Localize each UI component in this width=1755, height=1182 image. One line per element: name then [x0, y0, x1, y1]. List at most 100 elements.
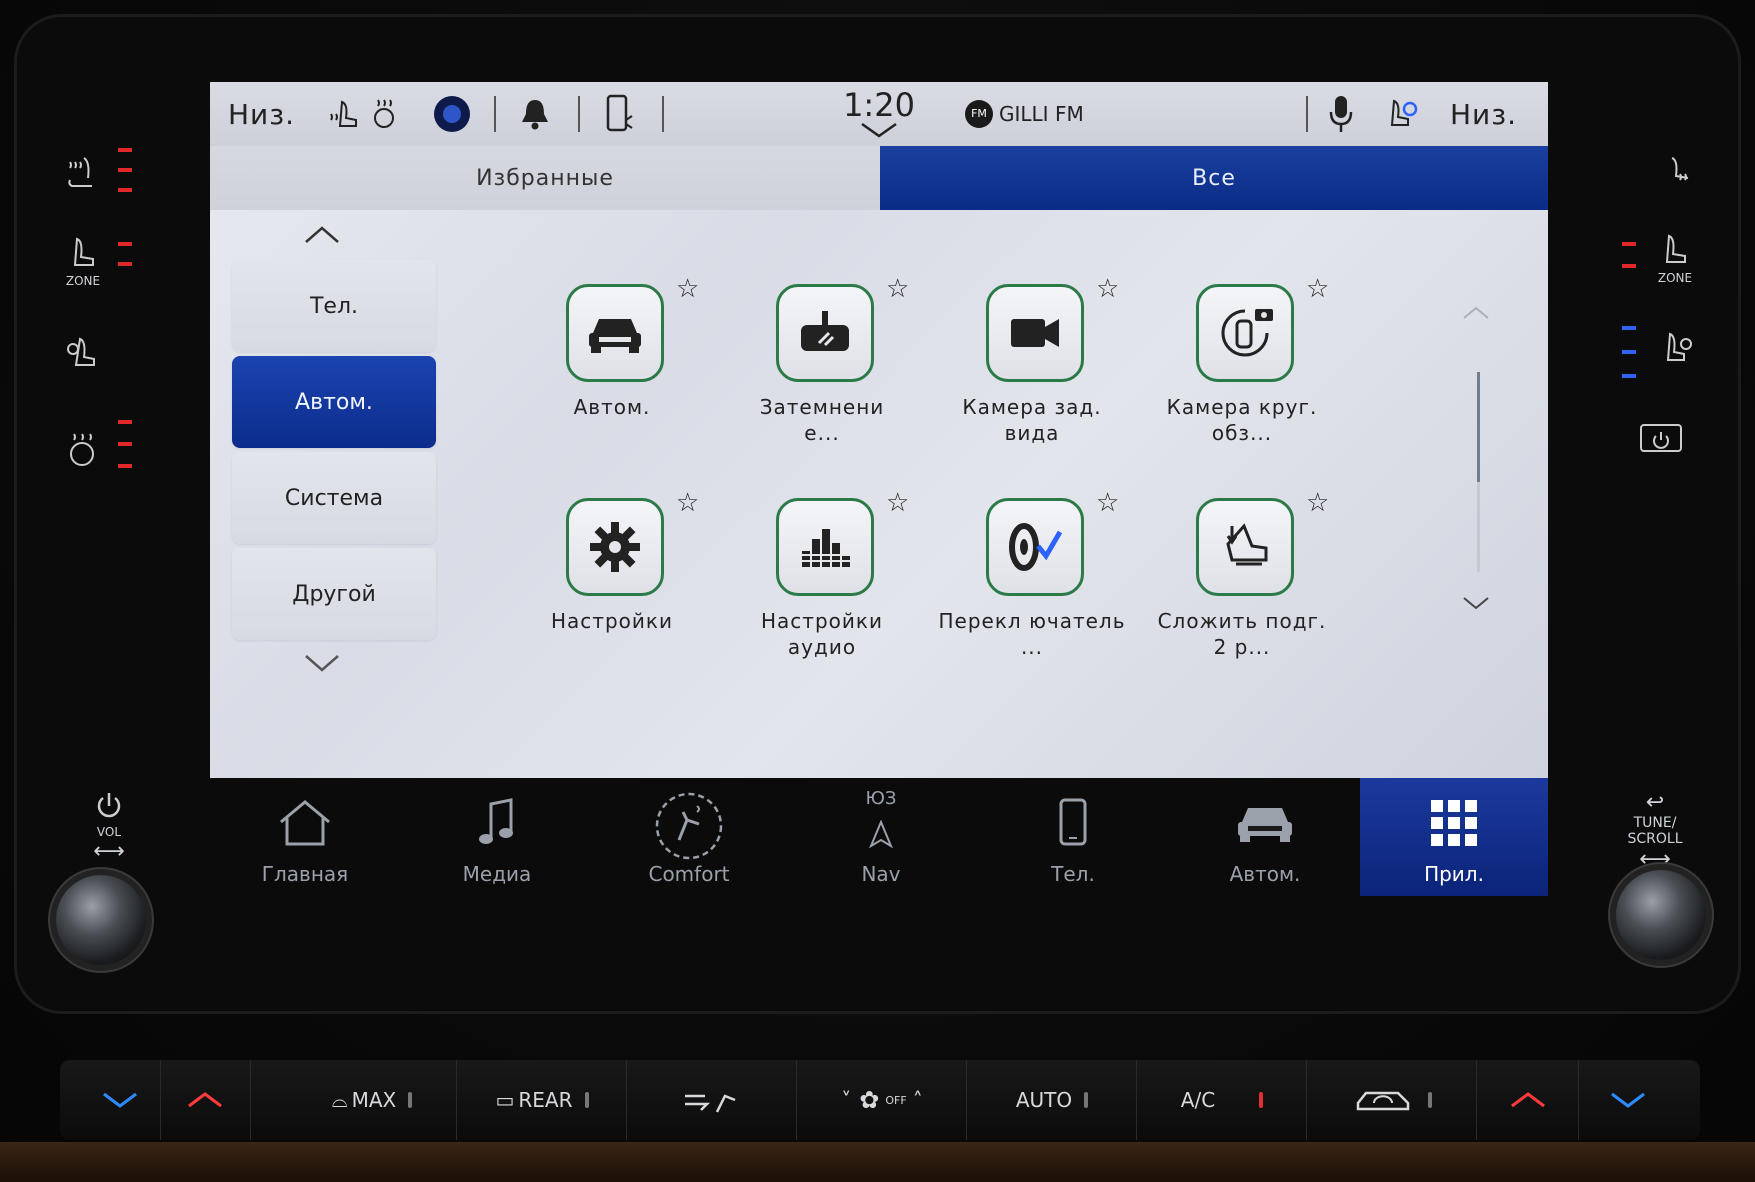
favorite-star-icon[interactable]: ☆ — [886, 274, 909, 304]
tab-favorites[interactable]: Избранные — [210, 146, 880, 210]
auto-climate-button[interactable]: AUTO — [968, 1060, 1137, 1140]
chevron-down-icon[interactable] — [860, 122, 898, 140]
zone-indicator — [118, 242, 132, 246]
app-tile-mirror-dimming[interactable]: ☆ Затемнени е... — [720, 274, 920, 484]
dock-media[interactable]: Медиа — [402, 778, 592, 896]
equalizer-icon — [776, 498, 874, 596]
rear-defrost-button[interactable]: ▭ REAR — [458, 1060, 627, 1140]
fm-badge: FM — [965, 100, 993, 128]
wheel-heat-indicator — [118, 442, 132, 446]
favorite-star-icon[interactable]: ☆ — [1306, 488, 1329, 518]
passenger-temperature[interactable]: Низ. — [1450, 82, 1517, 146]
heat-level-indicator — [118, 168, 132, 172]
rearview-mirror-icon — [776, 284, 874, 382]
seat-icon — [1665, 234, 1686, 263]
dock-nav[interactable]: ЮЗ Nav — [786, 778, 976, 896]
app-tile-fold-seat[interactable]: ☆ Сложить подг. 2 р... — [1140, 488, 1340, 698]
category-system[interactable]: Система — [232, 452, 436, 544]
zone-indicator — [118, 262, 132, 266]
dock-label: Прил. — [1424, 862, 1484, 886]
app-tile-settings[interactable]: ☆ Настройки — [510, 488, 710, 698]
dock-apps[interactable]: Прил. — [1360, 778, 1548, 896]
tune-scroll-button[interactable]: ↩ TUNE/ SCROLL ⟷ — [1620, 790, 1690, 872]
app-tile-surround-camera[interactable]: ☆ Камера круг. обз... — [1140, 274, 1340, 484]
zone-left-button[interactable]: ZONE — [58, 235, 108, 288]
dock-home[interactable]: Главная — [210, 778, 400, 896]
chevron-down-icon[interactable] — [302, 650, 342, 674]
zone-right-button[interactable]: ZONE — [1650, 232, 1700, 285]
dock-phone[interactable]: Тел. — [978, 778, 1168, 896]
heat-level-indicator — [118, 188, 132, 192]
status-bar: Низ. 1:20 FM GILLI FM Низ. — [210, 82, 1548, 146]
chevron-down-icon[interactable] — [1462, 594, 1490, 610]
seat-heat-right-button[interactable] — [1656, 150, 1696, 193]
passenger-temp-up-button[interactable] — [1478, 1060, 1579, 1140]
dock-label: Тел. — [1051, 862, 1095, 886]
tune-scroll-knob[interactable] — [1616, 870, 1706, 960]
dock-label: Главная — [261, 862, 349, 886]
driver-temp-down-button[interactable] — [80, 1060, 161, 1140]
seat-vent-icon — [1666, 332, 1692, 361]
fan-off-label: OFF — [885, 1093, 907, 1107]
seat-vent-right-button[interactable] — [1656, 330, 1696, 369]
indicator-led — [1428, 1092, 1432, 1108]
volume-label: VOL — [96, 825, 122, 839]
radio-station: GILLI FM — [999, 102, 1084, 126]
climate-control-panel: ⌓ MAX ▭ REAR ˅ ✿ OFF ˄ AUTO A/C — [60, 1060, 1700, 1140]
category-vehicle[interactable]: Автом. — [232, 356, 436, 448]
app-tile-tire-switch[interactable]: ☆ Перекл ючатель... — [930, 488, 1130, 698]
gear-icon — [566, 498, 664, 596]
favorite-star-icon[interactable]: ☆ — [1306, 274, 1329, 304]
wheel-heat-indicator — [118, 420, 132, 424]
seat-vent-left-button[interactable] — [62, 335, 102, 374]
ac-button[interactable]: A/C — [1138, 1060, 1307, 1140]
category-label: Автом. — [295, 389, 373, 415]
category-phone[interactable]: Тел. — [232, 260, 436, 352]
dock-vehicle[interactable]: Автом. — [1170, 778, 1360, 896]
heat-level-indicator — [118, 148, 132, 152]
favorite-star-icon[interactable]: ☆ — [886, 488, 909, 518]
scrollbar-thumb[interactable] — [1477, 372, 1480, 482]
zone-label: ZONE — [1657, 271, 1693, 285]
microphone-button[interactable] — [1328, 82, 1354, 146]
dock-label: Медиа — [462, 862, 532, 886]
favorite-star-icon[interactable]: ☆ — [1096, 488, 1119, 518]
heated-steering-left-button[interactable] — [62, 150, 102, 193]
favorite-star-icon[interactable]: ☆ — [1096, 274, 1119, 304]
favorite-star-icon[interactable]: ☆ — [676, 488, 699, 518]
fan-control-button[interactable]: ˅ ✿ OFF ˄ — [798, 1060, 967, 1140]
volume-power-button[interactable]: VOL ⟷ — [84, 790, 134, 864]
airflow-mode-button[interactable] — [628, 1060, 797, 1140]
seat-heat-icon — [68, 157, 92, 187]
screen-off-button[interactable] — [1636, 422, 1686, 463]
dock-comfort[interactable]: Comfort — [594, 778, 784, 896]
driver-temp-up-button[interactable] — [160, 1060, 251, 1140]
app-tile-vehicle[interactable]: ☆ Автом. — [510, 274, 710, 484]
category-label: Другой — [292, 581, 376, 607]
app-label: Перекл ючатель... — [938, 609, 1126, 659]
heated-wheel-button[interactable] — [62, 428, 102, 471]
power-icon — [97, 793, 121, 818]
app-tile-audio-settings[interactable]: ☆ Настройки аудио — [720, 488, 920, 698]
favorite-star-icon[interactable]: ☆ — [676, 274, 699, 304]
max-label: MAX — [351, 1088, 397, 1112]
tab-all[interactable]: Все — [880, 146, 1548, 210]
max-defrost-button[interactable]: ⌓ MAX — [288, 1060, 457, 1140]
category-other[interactable]: Другой — [232, 548, 436, 640]
recirculation-button[interactable] — [1308, 1060, 1477, 1140]
now-playing[interactable]: FM GILLI FM — [965, 82, 1084, 146]
app-label: Камера круг. обз... — [1166, 395, 1318, 445]
app-label: Затемнени е... — [759, 395, 885, 445]
vent-level-indicator — [1622, 326, 1636, 330]
volume-knob[interactable] — [56, 875, 146, 965]
zone-indicator — [1622, 264, 1636, 268]
app-label: Автом. — [573, 395, 651, 419]
passenger-temp-down-button[interactable] — [1578, 1060, 1678, 1140]
bottom-dock: Главная Медиа Comfort ЮЗ Nav Тел. Автом.… — [210, 778, 1548, 896]
camera-icon — [986, 284, 1084, 382]
chevron-up-icon[interactable] — [302, 222, 342, 246]
grid-scrollbar[interactable] — [1477, 372, 1480, 572]
chevron-up-icon — [1511, 1092, 1545, 1108]
chevron-up-icon[interactable] — [1462, 304, 1490, 320]
app-tile-rear-camera[interactable]: ☆ Камера зад. вида — [930, 274, 1130, 484]
